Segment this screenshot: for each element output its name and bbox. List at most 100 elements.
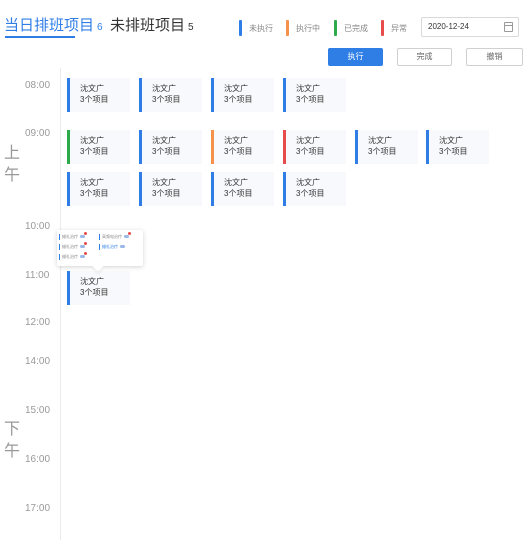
legend-label: 异常: [391, 23, 407, 33]
popup-item-label: 蜡礼治疗: [62, 244, 78, 249]
time-label: 11:00: [25, 270, 50, 281]
schedule-card[interactable]: 沈文广 3个项目: [67, 78, 130, 112]
popup-item-tag: [124, 235, 129, 238]
project-count: 3个项目: [439, 147, 468, 156]
popup-item-alert-dot: [84, 242, 87, 245]
popup-item-label: 蜡礼治疗: [102, 244, 118, 249]
schedule-card[interactable]: 沈文广 3个项目: [283, 130, 346, 164]
popup-item-bar: [59, 253, 60, 260]
project-count: 3个项目: [152, 95, 181, 104]
period-afternoon: 下 午: [4, 419, 22, 463]
popup-item[interactable]: 蜡礼治疗: [59, 232, 87, 241]
schedule-card[interactable]: 沈文广 3个项目: [139, 78, 202, 112]
patient-name: 沈文广: [296, 84, 320, 93]
popup-item-bar: [99, 233, 100, 240]
schedule-card[interactable]: 沈文广 3个项目: [283, 78, 346, 112]
schedule-card[interactable]: 沈文广 3个项目: [355, 130, 418, 164]
popup-item[interactable]: 高频电治疗: [99, 232, 131, 241]
schedule-card[interactable]: 沈文广 3个项目: [426, 130, 489, 164]
project-count: 3个项目: [368, 147, 397, 156]
legend-label: 未执行: [249, 23, 273, 33]
patient-name: 沈文广: [224, 136, 248, 145]
time-label: 17:00: [25, 503, 51, 514]
project-count: 3个项目: [224, 189, 253, 198]
popup-item-tag: [80, 235, 85, 238]
legend-color-bar: [286, 20, 289, 36]
time-label: 09:00: [25, 128, 51, 139]
patient-name: 沈文广: [152, 136, 176, 145]
period-char: 午: [4, 443, 21, 460]
patient-name: 沈文广: [296, 136, 320, 145]
tab-unscheduled[interactable]: 未排班项目 5: [110, 14, 194, 35]
schedule-card[interactable]: 沈文广 3个项目: [211, 172, 274, 206]
period-morning: 上 午: [4, 143, 22, 187]
popup-item-bar: [99, 243, 100, 250]
project-count: 3个项目: [80, 95, 109, 104]
popup-item-label: 高频电治疗: [102, 234, 122, 239]
schedule-card[interactable]: 沈文广 3个项目: [67, 271, 130, 305]
legend-in-progress: 执行中: [286, 19, 320, 37]
date-picker[interactable]: 2020-12-24: [421, 17, 519, 37]
schedule-card[interactable]: 沈文广 3个项目: [139, 130, 202, 164]
time-label: 14:00: [25, 356, 51, 367]
popup-item-bar: [59, 243, 60, 250]
calendar-icon[interactable]: [504, 22, 513, 32]
period-char: 午: [4, 167, 21, 184]
project-count: 3个项目: [152, 147, 181, 156]
patient-name: 沈文广: [224, 84, 248, 93]
schedule-card[interactable]: 沈文广 3个项目: [139, 172, 202, 206]
popup-item-bar: [59, 233, 60, 240]
legend-label: 已完成: [344, 23, 368, 33]
tab-today-label: 当日排班项目: [4, 17, 95, 34]
period-char: 上: [4, 145, 21, 162]
project-popup: 蜡礼治疗 高频电治疗 蜡礼治疗 蜡礼治疗 蜡礼治疗: [57, 230, 143, 272]
patient-name: 沈文广: [152, 178, 176, 187]
popup-item[interactable]: 蜡礼治疗: [59, 242, 87, 251]
popup-arrow: [92, 260, 104, 272]
schedule-card[interactable]: 沈文广 3个项目: [211, 78, 274, 112]
project-count: 3个项目: [80, 189, 109, 198]
timeline-axis: [60, 68, 61, 540]
patient-name: 沈文广: [80, 136, 104, 145]
tab-today-scheduled[interactable]: 当日排班项目 6: [4, 14, 103, 35]
tab-today-count: 6: [97, 22, 103, 33]
popup-item-selected[interactable]: 蜡礼治疗: [99, 242, 125, 251]
legend-color-bar: [239, 20, 242, 36]
time-label: 10:00: [25, 221, 51, 232]
popup-item-alert-dot: [84, 252, 87, 255]
popup-item-alert-dot: [128, 232, 131, 235]
schedule-card[interactable]: 沈文广 3个项目: [283, 172, 346, 206]
cancel-button[interactable]: 撤销: [466, 48, 523, 66]
legend-label: 执行中: [296, 23, 320, 33]
project-count: 3个项目: [80, 147, 109, 156]
schedule-card[interactable]: 沈文广 3个项目: [211, 130, 274, 164]
patient-name: 沈文广: [439, 136, 463, 145]
schedule-card[interactable]: 沈文广 3个项目: [67, 130, 130, 164]
popup-item-alert-dot: [84, 232, 87, 235]
time-label: 15:00: [25, 405, 51, 416]
popup-item[interactable]: 蜡礼治疗: [59, 252, 87, 261]
popup-item-label: 蜡礼治疗: [62, 254, 78, 259]
project-count: 3个项目: [296, 189, 325, 198]
popup-item-tag: [80, 255, 85, 258]
patient-name: 沈文广: [224, 178, 248, 187]
patient-name: 沈文广: [80, 277, 104, 286]
popup-item-tag: [80, 245, 85, 248]
project-count: 3个项目: [224, 95, 253, 104]
tab-unscheduled-label: 未排班项目: [110, 17, 186, 34]
legend-completed: 已完成: [334, 19, 368, 37]
popup-item-tag: [120, 245, 125, 248]
legend-abnormal: 异常: [381, 19, 407, 37]
schedule-card[interactable]: 沈文广 3个项目: [67, 172, 130, 206]
patient-name: 沈文广: [80, 178, 104, 187]
patient-name: 沈文广: [152, 84, 176, 93]
execute-button[interactable]: 执行: [328, 48, 383, 66]
project-count: 3个项目: [296, 95, 325, 104]
popup-item-label: 蜡礼治疗: [62, 234, 78, 239]
complete-button[interactable]: 完成: [397, 48, 452, 66]
legend-not-executed: 未执行: [239, 19, 273, 37]
patient-name: 沈文广: [368, 136, 392, 145]
legend-color-bar: [334, 20, 337, 36]
date-value: 2020-12-24: [428, 22, 469, 31]
period-char: 下: [4, 421, 21, 438]
